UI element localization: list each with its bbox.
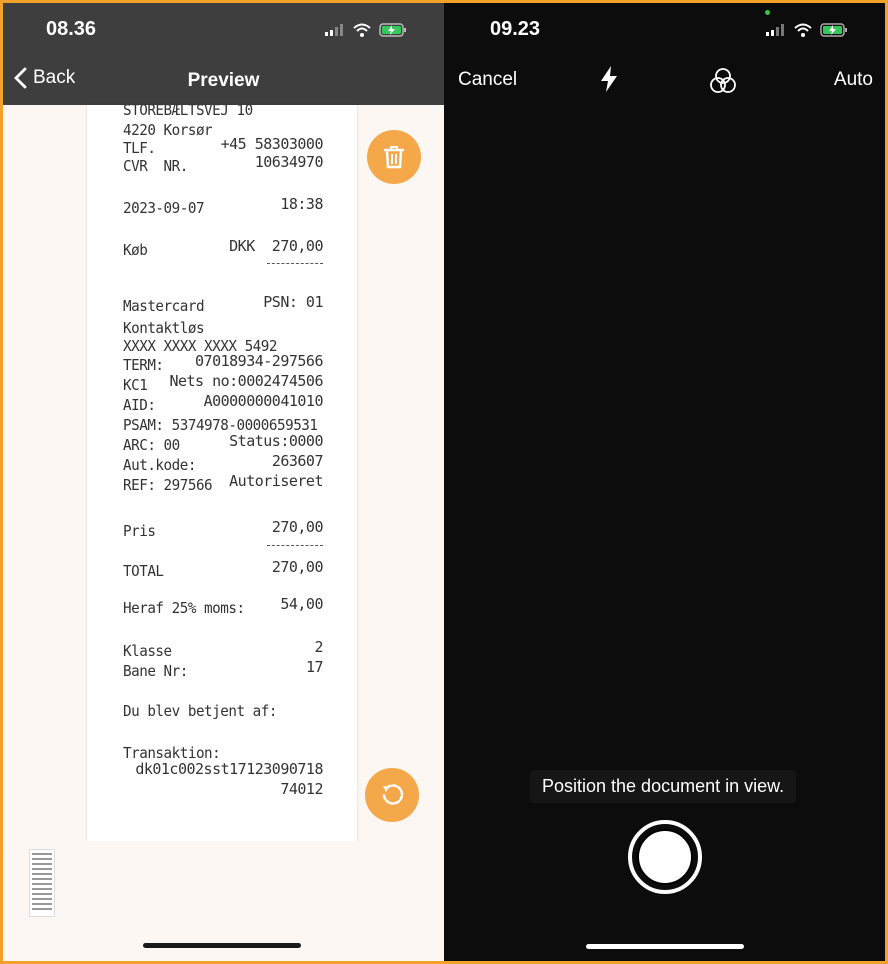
receipt-line-right: A0000000041010 [203,392,324,410]
status-bar: 08.36 [3,3,444,55]
receipt-line-left: KC1 [123,376,148,394]
receipt-line-left: Køb [123,241,148,259]
receipt-line-right: dk01c002sst17123090718 [135,760,323,778]
receipt-line-left: Aut.kode: [123,456,196,474]
receipt-line-left: REF: 297566 [123,476,213,494]
receipt-line-left: ARC: 00 [123,436,180,454]
color-filter-icon[interactable] [708,67,738,95]
status-icons [325,23,407,37]
page-title: Preview [187,70,260,91]
rotate-button[interactable] [365,768,419,822]
preview-screen: 08.36 Back Preview STOREBÆLTSVEJ 10 4220 … [3,3,444,961]
home-indicator[interactable] [143,943,301,948]
nav-bar: Back Preview [3,55,444,105]
receipt-line-right: 54,00 [280,595,323,613]
cancel-button[interactable]: Cancel [458,69,517,91]
receipt-image: STOREBÆLTSVEJ 10 4220 Korsør TLF. +45 58303… [87,105,357,843]
camera-toolbar: Cancel Auto [444,55,885,105]
capture-hint: Position the document in view. [530,770,797,803]
receipt-line-right: 07018934-297566 [195,352,323,370]
receipt-line-right: DKK 270,00 [229,237,323,255]
wifi-icon [353,23,371,37]
receipt-line-left: Du blev betjent af: [123,702,277,720]
camera-screen: 09.23 Cancel Auto Position the document … [444,3,885,961]
flash-icon[interactable] [598,65,620,93]
delete-button[interactable] [367,130,421,184]
page-thumbnail[interactable] [29,849,55,917]
receipt-line-right: 2 [314,638,323,656]
rotate-icon [382,784,404,805]
receipt-line-right: +45 58303000 [220,135,324,153]
battery-charging-icon [379,23,406,37]
receipt-line-left: Klasse [123,642,172,660]
receipt-line-left: TLF. [123,139,156,157]
receipt-line-right: 74012 [280,780,323,798]
status-time: 08.36 [46,18,97,40]
receipt-line-left: 4220 Korsør [123,121,213,139]
status-icons [766,23,848,37]
receipt-line-right: 270,00 [271,518,324,536]
receipt-divider [267,545,323,546]
trash-icon [383,146,405,169]
receipt-line-right: 263607 [271,452,324,470]
receipt-line-left: CVR NR. [123,157,188,175]
receipt-line-left: TERM: [123,356,164,374]
receipt-line-left: Bane Nr: [123,662,188,680]
receipt-divider [267,263,323,264]
status-time: 09.23 [490,18,541,40]
receipt-line-left: TOTAL [123,562,164,580]
receipt-line-right: Status:0000 [229,432,323,450]
receipt-line-left: Kontaktløs [123,319,205,337]
receipt-line-left: Pris [123,522,156,540]
wifi-icon [794,23,812,37]
receipt-line-left: Mastercard [123,297,205,315]
receipt-line-right: 10634970 [254,153,324,171]
receipt-line-right: 17 [305,658,324,676]
receipt-line-left: 2023-09-07 [123,199,205,217]
receipt-line-right: Nets no:0002474506 [169,372,323,390]
receipt-line-right: 270,00 [271,558,324,576]
shutter-inner [637,829,693,885]
receipt-line-right: Autoriseret [229,472,323,490]
receipt-line-right: PSN: 01 [263,293,323,311]
cellular-signal-icon [325,24,343,36]
shutter-button[interactable] [628,820,702,894]
status-bar: 09.23 [444,3,885,53]
home-indicator[interactable] [586,944,744,949]
battery-charging-icon [820,23,847,37]
receipt-line-right: 18:38 [280,195,323,213]
receipt-line-left: AID: [123,396,156,414]
auto-capture-toggle[interactable]: Auto [834,69,873,91]
receipt-line-left: STOREBÆLTSVEJ 10 [123,105,253,119]
cellular-signal-icon [766,24,784,36]
receipt-line-left: Heraf 25% moms: [123,599,245,617]
page-thumbnail-strip [3,841,444,923]
